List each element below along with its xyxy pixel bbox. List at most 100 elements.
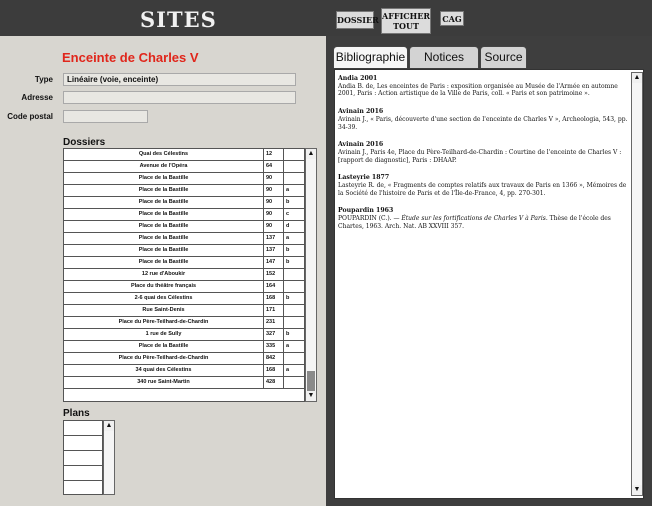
dossier-num-cell: 231 xyxy=(264,317,284,329)
plans-row[interactable] xyxy=(64,451,102,466)
cag-button[interactable]: CAG xyxy=(440,11,464,26)
dossier-suffix-cell: d xyxy=(284,221,304,233)
table-row[interactable]: Place de la Bastille 90 d xyxy=(64,221,304,233)
dossier-num-cell: 90 xyxy=(264,221,284,233)
site-title: Enceinte de Charles V xyxy=(62,50,199,65)
dossier-rue-cell: Place de la Bastille xyxy=(64,173,264,185)
table-row[interactable]: 1 rue de Sully 327 b xyxy=(64,329,304,341)
plans-row[interactable] xyxy=(64,421,102,436)
table-row[interactable]: Avenue de l'Opéra 64 xyxy=(64,161,304,173)
biblio-heading: Avinain 2016 xyxy=(338,108,384,116)
table-row[interactable]: Place de la Bastille 137 a xyxy=(64,233,304,245)
dossier-rue-cell: Place de la Bastille xyxy=(64,341,264,353)
table-row[interactable]: Place du Père-Teilhard-de-Chardin 231 xyxy=(64,317,304,329)
table-row[interactable]: Place de la Bastille 90 a xyxy=(64,185,304,197)
table-row[interactable]: Rue Saint-Denis 171 xyxy=(64,305,304,317)
dossier-rue-cell: 12 rue d'Aboukir xyxy=(64,269,264,281)
biblio-entry: Poupardin 1963 POUPARDIN (C.). — Étude s… xyxy=(338,207,628,230)
table-row[interactable]: Place de la Bastille 137 b xyxy=(64,245,304,257)
scroll-down-icon[interactable]: ▼ xyxy=(632,485,642,495)
scroll-up-icon[interactable]: ▲ xyxy=(306,149,316,159)
dossier-num-cell: 137 xyxy=(264,245,284,257)
biblio-text: Andia B. de, Les enceintes de Paris : ex… xyxy=(338,82,618,98)
table-row[interactable]: Place de la Bastille 90 b xyxy=(64,197,304,209)
dossier-num-cell: 168 xyxy=(264,293,284,305)
dossier-suffix-cell xyxy=(284,317,304,329)
table-row[interactable]: Place du théâtre français 164 xyxy=(64,281,304,293)
dossier-num-cell: 171 xyxy=(264,305,284,317)
scroll-down-icon[interactable]: ▼ xyxy=(306,391,316,401)
dossiers-list[interactable]: Quai des Célestins 12 Avenue de l'Opéra 64 P… xyxy=(63,148,305,402)
tabs-panel: Bibliographie Notices CAG Source Andia 2… xyxy=(326,36,652,506)
app-window: SITES DOSSIER AFFICHER TOUT CAG Enceinte… xyxy=(0,0,652,506)
dossier-suffix-cell xyxy=(284,305,304,317)
afficher-label: AFFICHER xyxy=(382,11,430,21)
plans-row[interactable] xyxy=(64,436,102,451)
plans-row[interactable] xyxy=(64,466,102,481)
top-bar: SITES DOSSIER AFFICHER TOUT CAG xyxy=(0,0,652,36)
dossier-rue-cell: Place du Père-Teilhard-de-Chardin xyxy=(64,317,264,329)
tab-bibliographie[interactable]: Bibliographie xyxy=(333,46,408,68)
dossier-num-cell: 90 xyxy=(264,185,284,197)
dossier-suffix-cell: b xyxy=(284,329,304,341)
dossier-suffix-cell xyxy=(284,281,304,293)
dossier-num-cell: 327 xyxy=(264,329,284,341)
biblio-heading: Lasteyrie 1877 xyxy=(338,174,390,182)
code-postal-label: Code postal xyxy=(7,112,53,121)
plans-scrollbar[interactable]: ▲ xyxy=(103,420,115,495)
dossier-num-cell: 147 xyxy=(264,257,284,269)
biblio-entry: Avinain 2016 Avinain J., « Paris, découv… xyxy=(338,108,628,131)
dossier-suffix-cell: a xyxy=(284,233,304,245)
dossier-suffix-cell xyxy=(284,149,304,161)
code-postal-field[interactable] xyxy=(63,110,148,123)
table-row[interactable]: Place de la Bastille 90 c xyxy=(64,209,304,221)
dossier-suffix-cell: a xyxy=(284,341,304,353)
table-row[interactable]: 2-6 quai des Célestins 168 b xyxy=(64,293,304,305)
dossier-num-cell: 842 xyxy=(264,353,284,365)
bibliographie-content: Andia 2001 Andia B. de, Les enceintes de… xyxy=(334,69,644,499)
table-row[interactable]: Place de la Bastille 90 xyxy=(64,173,304,185)
table-row[interactable]: 340 rue Saint-Martin 428 xyxy=(64,377,304,389)
biblio-text-italic: Étude sur les fortifications de Charles … xyxy=(401,215,546,223)
table-row[interactable]: 34 quai des Célestins 168 a xyxy=(64,365,304,377)
type-field[interactable]: Linéaire (voie, enceinte) xyxy=(63,73,296,86)
biblio-heading: Poupardin 1963 xyxy=(338,207,394,215)
table-row[interactable]: Place de la Bastille 335 a xyxy=(64,341,304,353)
dossier-rue-cell: Rue Saint-Denis xyxy=(64,305,264,317)
scroll-up-icon[interactable]: ▲ xyxy=(104,421,114,431)
afficher-tout-button[interactable]: AFFICHER TOUT xyxy=(381,8,431,34)
table-row[interactable]: Place de la Bastille 147 b xyxy=(64,257,304,269)
biblio-entry: Avinain 2016 Avinain J., Paris 4e, Place… xyxy=(338,141,628,164)
biblio-text-before: POUPARDIN (C.). — xyxy=(338,215,402,223)
dossier-suffix-cell: c xyxy=(284,209,304,221)
plans-list[interactable] xyxy=(63,420,103,495)
dossiers-scrollbar[interactable]: ▲ ▼ xyxy=(305,148,317,402)
adresse-field[interactable] xyxy=(63,91,296,104)
dossier-num-cell: 168 xyxy=(264,365,284,377)
scroll-thumb[interactable] xyxy=(307,371,315,391)
table-row[interactable]: Quai des Célestins 12 xyxy=(64,149,304,161)
dossier-suffix-cell: b xyxy=(284,257,304,269)
biblio-heading: Avinain 2016 xyxy=(338,141,384,149)
tab-notices-cag[interactable]: Notices CAG xyxy=(409,46,479,85)
bibliographie-scrollbar[interactable]: ▲ ▼ xyxy=(631,72,643,496)
dossier-num-cell: 335 xyxy=(264,341,284,353)
dossier-rue-cell: Place de la Bastille xyxy=(64,221,264,233)
app-title: SITES xyxy=(140,7,217,32)
table-row[interactable]: Place du Père-Teilhard-de-Chardin 842 xyxy=(64,353,304,365)
dossier-rue-cell: Place de la Bastille xyxy=(64,209,264,221)
bibliographie-entries: Andia 2001 Andia B. de, Les enceintes de… xyxy=(338,75,628,241)
dossier-num-cell: 90 xyxy=(264,173,284,185)
dossier-rue-cell: Quai des Célestins xyxy=(64,149,264,161)
scroll-up-icon[interactable]: ▲ xyxy=(632,73,642,83)
dossier-button[interactable]: DOSSIER xyxy=(336,11,379,29)
dossier-suffix-cell xyxy=(284,269,304,281)
plans-title: Plans xyxy=(63,408,90,419)
biblio-text: Lasteyrie R. de, « Fragments de comptes … xyxy=(338,182,627,197)
dossier-rue-cell: 2-6 quai des Célestins xyxy=(64,293,264,305)
dossier-suffix-cell xyxy=(284,377,304,389)
table-row[interactable]: 12 rue d'Aboukir 152 xyxy=(64,269,304,281)
tab-source[interactable]: Source xyxy=(480,46,527,68)
dossier-suffix-cell: b xyxy=(284,245,304,257)
biblio-text: Avinain J., Paris 4e, Place du Père-Teil… xyxy=(338,148,622,164)
